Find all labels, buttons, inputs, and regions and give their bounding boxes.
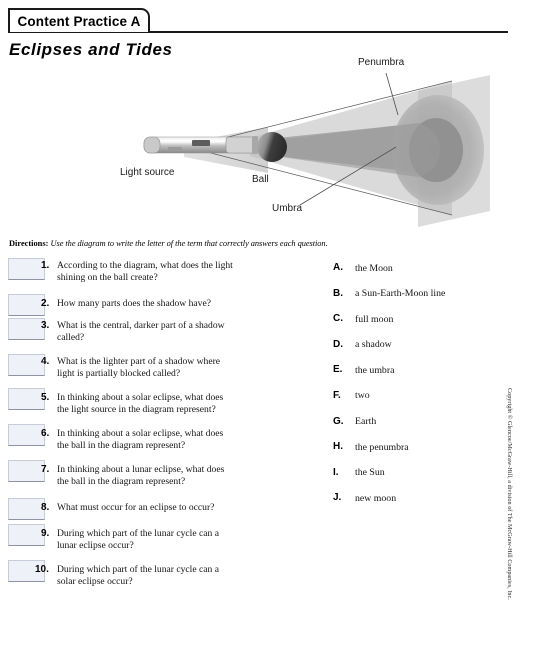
option-text: two [355,390,370,402]
answer-box-2[interactable] [8,294,45,316]
diagram-svg [143,72,490,227]
question-text-line: the ball in the diagram represent? [57,476,186,488]
answer-box-9[interactable] [8,524,45,546]
question-text-line: lunar eclipse occur? [57,540,134,552]
ball-shape [257,132,287,162]
question-body: 3. What is the central, darker part of a … [41,320,305,344]
question-text-line: shining on the ball create? [57,272,158,284]
answer-option-G: G. Earth [333,416,503,442]
question-text-line: What must occur for an eclipse to occur? [57,502,215,513]
option-letter: G. [333,415,344,427]
answer-option-H: H. the penumbra [333,441,503,467]
option-letter: C. [333,313,343,325]
option-letter: F. [333,389,341,401]
option-text: the umbra [355,364,395,376]
question-body: 7. In thinking about a lunar eclipse, wha… [41,464,305,488]
answer-box-5[interactable] [8,388,45,410]
flashlight [143,136,258,154]
answer-option-I: I. the Sun [333,467,503,493]
eclipse-shadow-diagram: Penumbra Light source Ball Umbra [100,55,540,235]
question-text-line: solar eclipse occur? [57,576,133,588]
diagram-label-ball: Ball [252,174,269,185]
question-text-line: What is the central, darker part of a sh… [57,320,225,331]
question-number: 3. [41,320,50,331]
answer-options-list: A. the Moon B. a Sun-Earth-Moon line C. full … [333,262,503,518]
option-text: the penumbra [355,441,409,453]
practice-tab-label: Content Practice A [17,13,141,29]
copyright-notice: Copyright © Glencoe/McGraw-Hill, a divis… [506,388,512,600]
question-body: 2. How many parts does the shadow have? [41,298,305,310]
option-letter: E. [333,364,343,376]
option-text: the Moon [355,262,393,274]
question-text-line: What is the lighter part of a shadow whe… [57,356,221,367]
directions-label: Directions: [9,239,49,248]
question-text-line: called? [57,332,85,344]
question-text-line: During which part of the lunar cycle can… [57,564,219,575]
answer-box-6[interactable] [8,424,45,446]
answer-option-F: F. two [333,390,503,416]
answer-option-C: C. full moon [333,313,503,339]
option-text: full moon [355,313,394,325]
question-number: 9. [41,528,50,539]
diagram-label-umbra: Umbra [272,203,303,214]
answer-box-4[interactable] [8,354,45,376]
question-text-line: During which part of the lunar cycle can… [57,528,219,539]
question-text-line: the light source in the diagram represen… [57,404,216,416]
option-text: a Sun-Earth-Moon line [355,288,446,300]
option-text: the Sun [355,467,385,479]
question-number: 4. [41,356,50,367]
question-text-line: the ball in the diagram represent? [57,440,186,452]
practice-tab: Content Practice A [8,8,150,32]
question-number: 5. [41,392,50,403]
question-body: 9. During which part of the lunar cycle c… [41,528,305,552]
question-number: 7. [41,464,50,475]
answer-box-1[interactable] [8,258,45,280]
option-letter: A. [333,262,343,273]
question-number: 6. [41,428,50,439]
option-letter: D. [333,338,343,350]
question-body: 10. During which part of the lunar cycle … [35,564,305,588]
diagram-label-light-source: Light source [120,167,175,178]
question-text-line: According to the diagram, what does the … [57,260,233,271]
question-text-line: light is partially blocked called? [57,368,181,380]
option-letter: I. [333,466,339,478]
directions: Directions: Use the diagram to write the… [9,238,509,249]
option-text: new moon [355,492,397,504]
question-number: 10. [35,564,49,575]
option-letter: J. [333,492,342,504]
question-text-line: In thinking about a lunar eclipse, what … [57,464,225,475]
question-body: 6. In thinking about a solar eclipse, wha… [41,428,305,452]
question-text-line: In thinking about a solar eclipse, what … [57,428,224,439]
option-letter: B. [333,287,343,299]
diagram-label-penumbra: Penumbra [358,57,405,68]
answer-option-A: A. the Moon [333,262,503,288]
question-text-line: How many parts does the shadow have? [57,298,211,309]
question-body: 5. In thinking about a solar eclipse, wha… [41,392,305,416]
answer-option-E: E. the umbra [333,364,503,390]
option-text: a shadow [355,339,392,351]
worksheet-header: Content Practice A [0,0,540,40]
answer-option-B: B. a Sun-Earth-Moon line [333,288,503,314]
question-body: 4. What is the lighter part of a shadow w… [41,356,305,380]
answer-box-7[interactable] [8,460,45,482]
answer-option-D: D. a shadow [333,339,503,365]
question-text-line: In thinking about a solar eclipse, what … [57,392,224,403]
answer-box-8[interactable] [8,498,45,520]
answer-option-J: J. new moon [333,492,503,518]
option-letter: H. [333,441,343,453]
question-number: 1. [41,260,50,271]
question-body: 8. What must occur for an eclipse to occu… [41,502,305,514]
option-text: Earth [355,416,377,428]
question-number: 2. [41,298,50,309]
question-body: 1. According to the diagram, what does th… [41,260,305,284]
question-number: 8. [41,502,50,513]
directions-text: Use the diagram to write the letter of t… [50,239,328,248]
answer-box-3[interactable] [8,318,45,340]
